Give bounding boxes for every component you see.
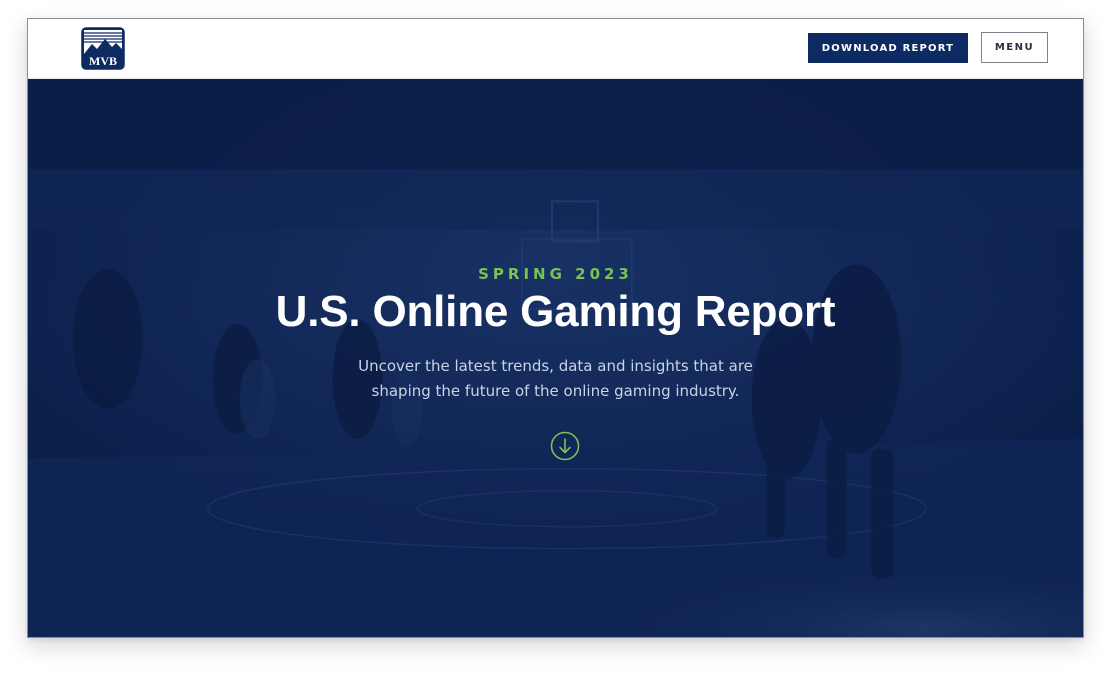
arrow-down-circle-icon — [550, 431, 580, 461]
hero-section: SPRING 2023 U.S. Online Gaming Report Un… — [28, 79, 1083, 637]
mvb-logo-icon: MVB — [81, 27, 125, 70]
menu-button[interactable]: MENU — [981, 32, 1048, 63]
hero-subtitle: Uncover the latest trends, data and insi… — [28, 354, 1083, 404]
download-report-button[interactable]: DOWNLOAD REPORT — [808, 33, 968, 63]
hero-subtitle-line-1: Uncover the latest trends, data and insi… — [358, 357, 753, 375]
site-header: MVB DOWNLOAD REPORT MENU — [28, 19, 1083, 79]
browser-window: MVB DOWNLOAD REPORT MENU SPRING 2023 U.S… — [27, 18, 1084, 638]
mvb-logo[interactable]: MVB — [81, 27, 125, 70]
logo-text: MVB — [89, 54, 117, 68]
hero-title: U.S. Online Gaming Report — [275, 287, 836, 336]
hero-eyebrow: SPRING 2023 — [478, 265, 633, 283]
scroll-down-button[interactable] — [550, 431, 580, 461]
hero-subtitle-line-2: shaping the future of the online gaming … — [371, 382, 740, 400]
